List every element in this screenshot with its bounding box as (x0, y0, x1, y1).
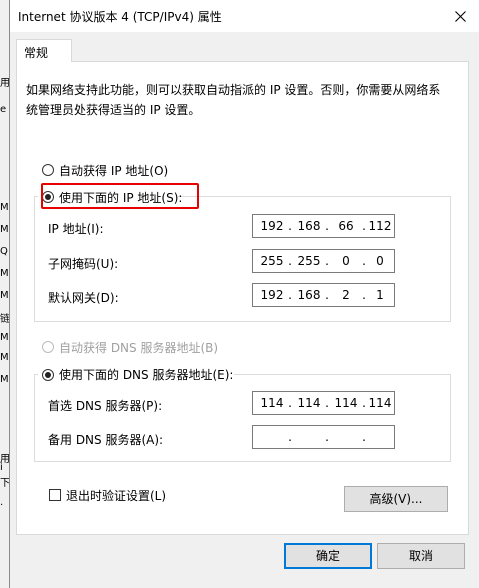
ip-dot: . (288, 288, 292, 302)
ip-dot: . (362, 430, 366, 444)
ok-button[interactable]: 确定 (284, 543, 372, 569)
radio-manual-dns[interactable] (42, 369, 54, 381)
annotation-highlight-box (41, 183, 199, 209)
background-char: M (0, 290, 9, 301)
close-button[interactable] (440, 0, 479, 32)
ip-dot: . (325, 254, 329, 268)
preferred-dns-label: 首选 DNS 服务器(P): (48, 399, 163, 413)
background-char: M (0, 352, 9, 363)
validate-on-exit-label[interactable]: 退出时验证设置(L) (66, 487, 166, 504)
window-title: Internet 协议版本 4 (TCP/IPv4) 属性 (18, 10, 222, 24)
validate-on-exit-checkbox[interactable] (49, 489, 61, 501)
background-char: M (0, 202, 9, 213)
ip-dot: . (288, 396, 292, 410)
title-bar[interactable]: Internet 协议版本 4 (TCP/IPv4) 属性 (10, 0, 479, 32)
ip-dot: . (288, 430, 292, 444)
ip-octet: 114 (297, 396, 321, 410)
background-char: · (0, 500, 4, 511)
advanced-button[interactable]: 高级(V)... (344, 486, 448, 512)
subnet-mask-input[interactable]: 255 . 255 . 0 . 0 (252, 249, 395, 273)
background-char: e (0, 104, 7, 115)
ip-octet: 114 (368, 396, 392, 410)
alternate-dns-label: 备用 DNS 服务器(A): (48, 433, 164, 447)
ip-dot: . (325, 219, 329, 233)
ip-octet: 66 (338, 219, 354, 233)
ip-octet: 0 (376, 254, 384, 268)
ip-octet: 114 (334, 396, 358, 410)
ip-dot: . (325, 288, 329, 302)
ip-address-label: IP 地址(I): (48, 222, 104, 236)
ip-octet: 255 (260, 254, 284, 268)
preferred-dns-input[interactable]: 114 . 114 . 114 . 114 (252, 391, 395, 415)
background-char: M (0, 332, 9, 343)
background-char: M (0, 374, 9, 385)
gateway-input[interactable]: 192 . 168 . 2 . 1 (252, 283, 395, 307)
ip-dot: . (288, 219, 292, 233)
ip-octet: 2 (342, 288, 350, 302)
radio-auto-dns-label[interactable]: 自动获得 DNS 服务器地址(B) (59, 339, 218, 356)
ip-address-input[interactable]: 192 . 168 . 66 . 112 (252, 214, 395, 238)
ip-octet: 0 (342, 254, 350, 268)
subnet-mask-label: 子网掩码(U): (48, 257, 119, 271)
ip-octet: 255 (297, 254, 321, 268)
ip-octet: 112 (368, 219, 392, 233)
ip-octet: 168 (297, 288, 321, 302)
radio-auto-ip-label[interactable]: 自动获得 IP 地址(O) (59, 162, 168, 179)
close-icon (454, 10, 466, 22)
radio-manual-dns-label[interactable]: 使用下面的 DNS 服务器地址(E): (59, 366, 233, 383)
alternate-dns-input[interactable]: . . . (252, 425, 395, 449)
ip-octet: 1 (376, 288, 384, 302)
background-char: M (0, 268, 9, 279)
background-char: M (0, 224, 9, 235)
cancel-button[interactable]: 取消 (377, 543, 465, 569)
ip-dot: . (325, 430, 329, 444)
radio-auto-dns[interactable] (42, 341, 54, 353)
ip-dot: . (325, 396, 329, 410)
description-text: 如果网络支持此功能，则可以获取自动指派的 IP 设置。否则，你需要从网络系统管理… (26, 83, 441, 117)
tcpip-properties-dialog: Internet 协议版本 4 (TCP/IPv4) 属性 常规 如果网络支持此… (9, 0, 479, 588)
ip-octet: 168 (297, 219, 321, 233)
gateway-label: 默认网关(D): (48, 291, 119, 305)
tab-general-label: 常规 (24, 46, 49, 60)
ip-octet: 114 (260, 396, 284, 410)
ip-dot: . (288, 254, 292, 268)
radio-auto-ip[interactable] (42, 164, 54, 176)
ip-octet: 192 (260, 219, 284, 233)
background-char: Q (0, 246, 8, 257)
ip-octet: 192 (260, 288, 284, 302)
background-char: i (0, 462, 3, 473)
tab-general[interactable]: 常规 (16, 39, 72, 62)
